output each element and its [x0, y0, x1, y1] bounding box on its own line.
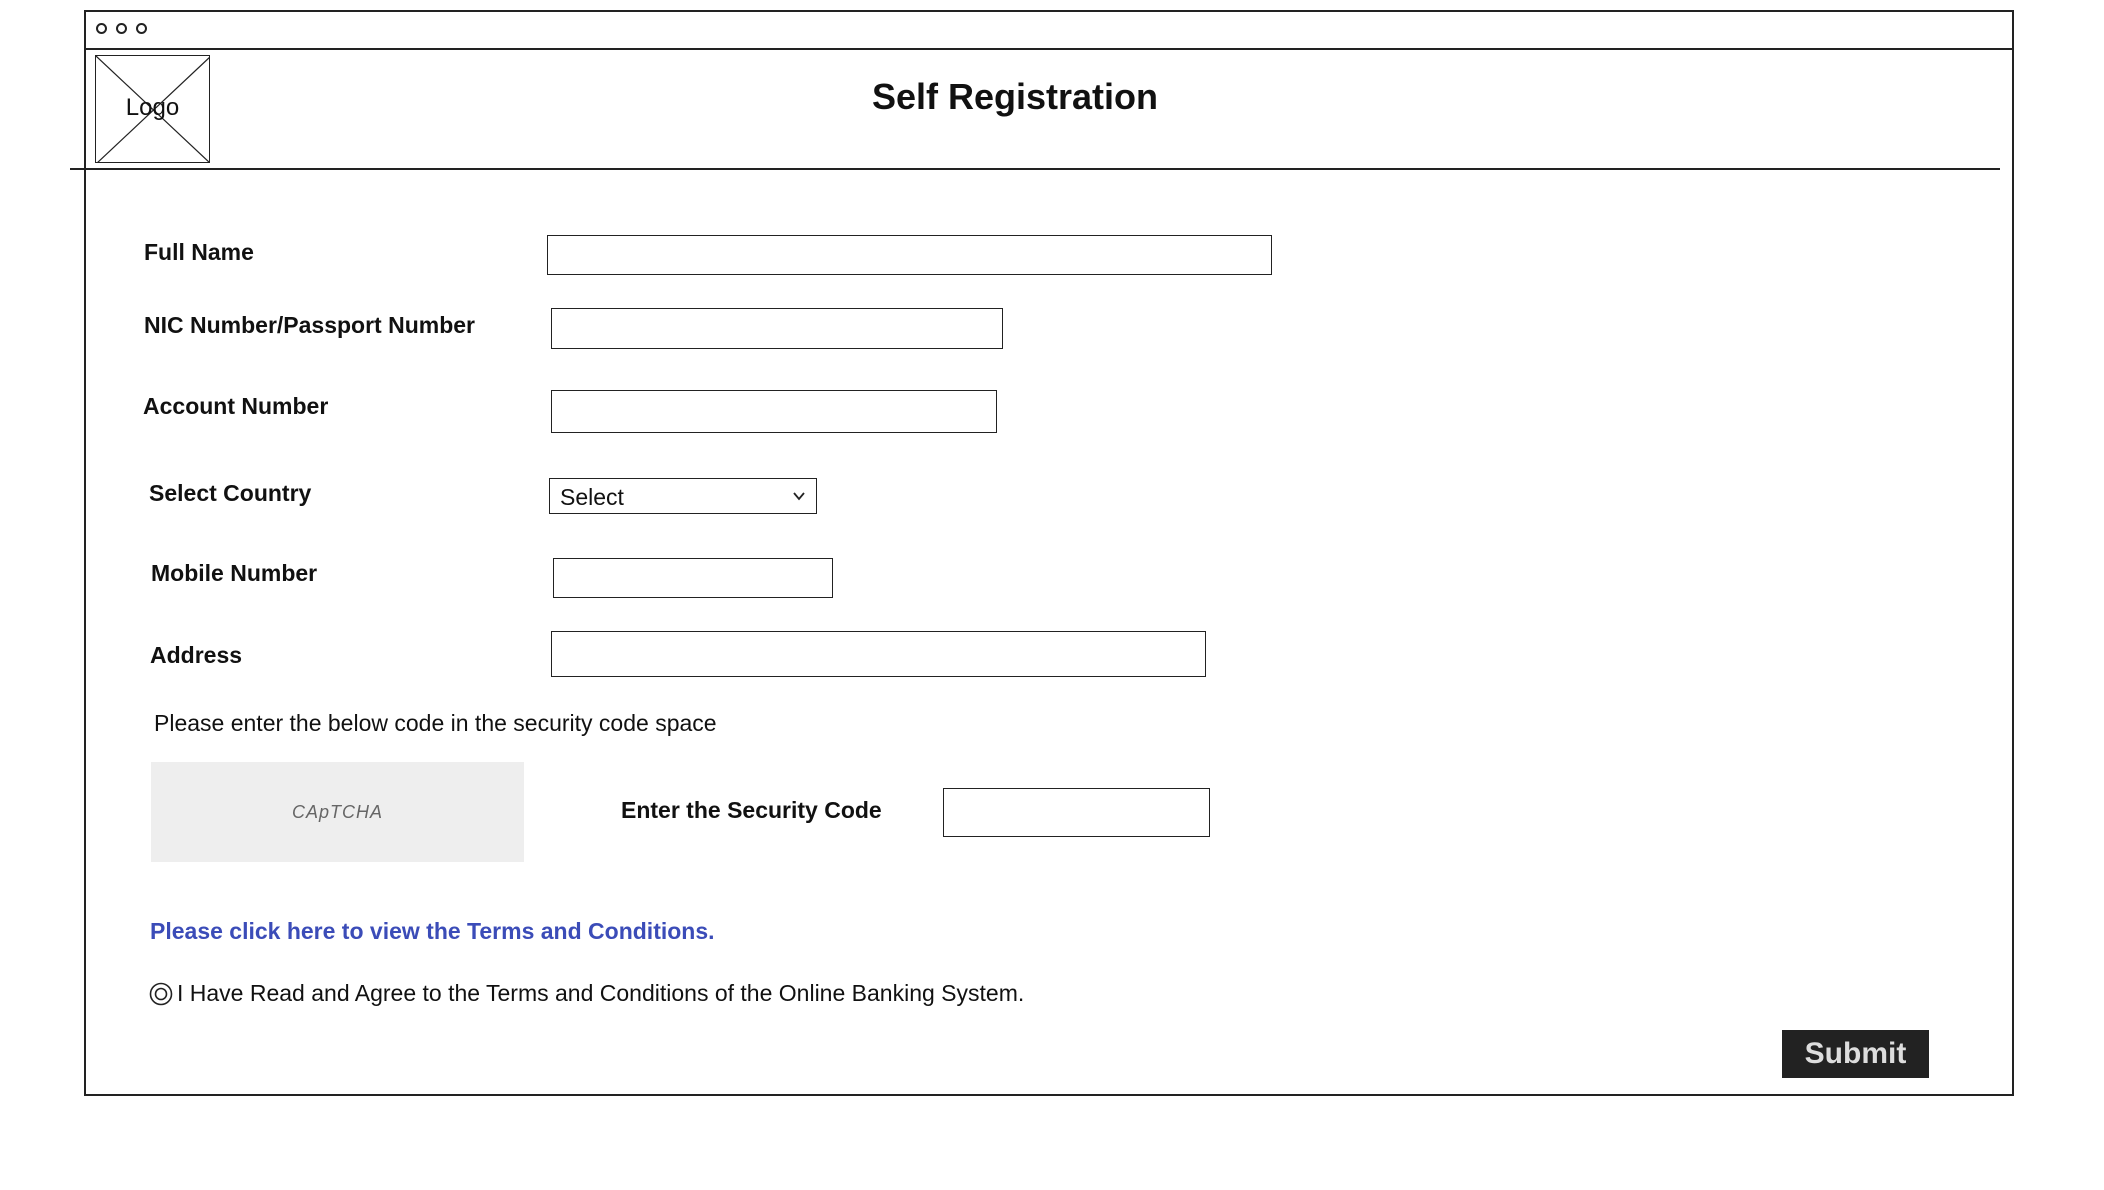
security-code-label: Enter the Security Code — [621, 797, 882, 823]
mobile-number-input[interactable] — [553, 558, 833, 598]
agree-terms-label: I Have Read and Agree to the Terms and C… — [177, 980, 1025, 1006]
address-input[interactable] — [551, 631, 1206, 677]
submit-button[interactable]: Submit — [1782, 1030, 1929, 1078]
country-label: Select Country — [149, 480, 312, 506]
captcha-text: CApTCHA — [291, 802, 383, 822]
full-name-label: Full Name — [144, 239, 254, 265]
chevron-down-icon — [793, 492, 805, 501]
account-number-input[interactable] — [551, 390, 997, 433]
account-number-label: Account Number — [143, 393, 329, 419]
page-title: Self Registration — [871, 76, 1159, 117]
security-code-input[interactable] — [943, 788, 1210, 837]
logo-placeholder: Logo — [95, 55, 210, 163]
country-select[interactable]: Select — [549, 478, 817, 514]
address-label: Address — [150, 642, 243, 668]
security-instruction: Please enter the below code in the secur… — [154, 710, 717, 736]
window-control-minimize-icon[interactable] — [116, 23, 127, 34]
window-titlebar — [86, 12, 2012, 50]
terms-link[interactable]: Please click here to view the Terms and … — [150, 918, 715, 945]
nic-passport-input[interactable] — [551, 308, 1003, 349]
logo-label: Logo — [125, 94, 180, 121]
nic-passport-label: NIC Number/Passport Number — [144, 312, 476, 338]
window-control-close-icon[interactable] — [96, 23, 107, 34]
radio-button-icon[interactable] — [149, 982, 173, 1006]
country-select-value: Select — [560, 484, 624, 510]
full-name-input[interactable] — [547, 235, 1272, 275]
header-divider — [70, 168, 2000, 170]
mobile-number-label: Mobile Number — [151, 560, 318, 586]
captcha-image: CApTCHA — [151, 762, 524, 862]
window-control-maximize-icon[interactable] — [136, 23, 147, 34]
